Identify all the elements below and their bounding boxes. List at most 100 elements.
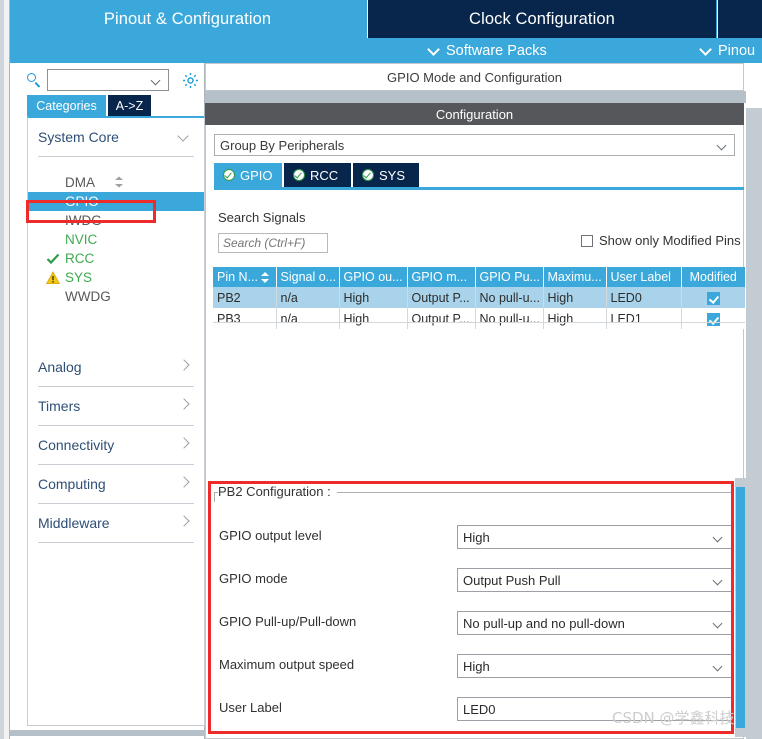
sidebar-group-middleware[interactable]: Middleware — [38, 504, 194, 543]
column-header-signal-label: Signal o... — [280, 270, 337, 284]
gear-icon[interactable] — [181, 71, 200, 90]
modified-checkbox[interactable] — [706, 291, 720, 305]
label-maximum-output-speed: Maximum output speed — [219, 657, 355, 672]
tab-clock-label: Clock Configuration — [469, 9, 615, 28]
right-scrollbar-track[interactable] — [746, 63, 762, 739]
sidebar-group-connectivity[interactable]: Connectivity — [38, 426, 194, 465]
value-gpio-output-level: High — [463, 530, 490, 545]
tab-project-manager[interactable] — [717, 0, 762, 38]
cell-gpio-mode: Output P... — [407, 287, 476, 308]
row-maximum-output-speed: Maximum output speed High — [214, 654, 734, 678]
column-header-maximum-speed[interactable]: Maximu... — [543, 267, 607, 287]
sidebar-group-timers[interactable]: Timers — [38, 387, 194, 426]
column-header-gpio-out-label: GPIO ou... — [343, 270, 403, 284]
sidebar-tab-categories[interactable]: Categories — [27, 95, 106, 116]
config-scrollbar-thumb[interactable] — [736, 487, 745, 728]
chevron-down-icon[interactable] — [152, 77, 161, 86]
chevron-down-icon[interactable] — [714, 663, 723, 672]
sidebar-item-dma[interactable]: DMA — [28, 173, 204, 192]
label-gpio-mode: GPIO mode — [219, 571, 288, 586]
right-scrollbar-spacer — [746, 63, 762, 108]
sidebar-item-nvic[interactable]: NVIC — [28, 230, 204, 249]
show-only-modified-pins-label: Show only Modified Pins — [599, 233, 741, 248]
table-bottom-rule — [213, 322, 745, 323]
show-only-modified-pins-checkbox[interactable] — [581, 234, 593, 247]
sidebar-item-wwdg[interactable]: WWDG — [28, 287, 204, 306]
column-header-pin-name-label: Pin N... — [217, 270, 258, 284]
sidebar-tree: System Core DMA GPIO IWDG NVIC RCC SYS W… — [27, 116, 205, 726]
table-row[interactable]: PB2 n/a High Output P... No pull-u... Hi… — [213, 287, 745, 308]
cell-maximum-speed: High — [543, 287, 607, 308]
column-header-gpio-mode[interactable]: GPIO m... — [407, 267, 476, 287]
show-only-modified-pins-row[interactable]: Show only Modified Pins — [581, 233, 741, 248]
sidebar-item-iwdg[interactable]: IWDG — [28, 211, 204, 230]
search-icon — [27, 73, 41, 88]
sidebar-group-computing[interactable]: Computing — [38, 465, 194, 504]
gpio-mode-header: GPIO Mode and Configuration — [205, 63, 744, 91]
pb2-configuration-group: PB2 Configuration : GPIO output level Hi… — [214, 484, 734, 732]
tab-sys[interactable]: SYS — [353, 163, 419, 187]
sidebar-tab-az[interactable]: A->Z — [108, 95, 151, 116]
dropdown-gpio-output-level[interactable]: High — [457, 525, 732, 549]
cell-gpio-output-level: High — [339, 308, 408, 329]
tab-gpio[interactable]: GPIO — [214, 163, 282, 187]
tab-clock-configuration[interactable]: Clock Configuration — [367, 0, 716, 38]
label-gpio-output-level: GPIO output level — [219, 528, 322, 543]
column-header-modified[interactable]: Modified — [681, 267, 745, 287]
dropdown-gpio-pull-up-pull-down[interactable]: No pull-up and no pull-down — [457, 611, 732, 635]
sidebar-group-system-core[interactable]: System Core — [38, 118, 194, 157]
tab-pinout-and-configuration[interactable]: Pinout & Configuration — [9, 0, 366, 38]
categories-sidebar: Categories A->Z System Core DMA GPIO IWD… — [9, 63, 205, 739]
table-header-row: Pin N... Signal o... GPIO ou... GPIO m..… — [213, 267, 745, 287]
software-packs-label: Software Packs — [446, 42, 547, 59]
sidebar-item-rcc[interactable]: RCC — [28, 249, 204, 268]
gpio-mode-header-label: GPIO Mode and Configuration — [387, 69, 562, 85]
peripheral-tabs-underline — [214, 187, 744, 190]
chevron-right-icon — [179, 478, 190, 489]
tab-gpio-label: GPIO — [240, 167, 273, 183]
column-header-gpio-mode-label: GPIO m... — [411, 270, 468, 284]
menu-software-packs[interactable]: Software Packs — [429, 38, 547, 63]
column-header-maximum-label: Maximu... — [547, 270, 602, 284]
tab-rcc[interactable]: RCC — [284, 163, 351, 187]
value-maximum-output-speed: High — [463, 659, 490, 674]
configuration-header-label: Configuration — [435, 106, 514, 122]
chevron-down-icon — [179, 131, 190, 142]
sidebar-item-gpio-label: GPIO — [65, 194, 99, 209]
sidebar-group-analog[interactable]: Analog — [38, 348, 194, 387]
menu-pinout[interactable]: Pinou — [701, 38, 755, 63]
search-signals-input[interactable] — [218, 233, 328, 253]
search-input[interactable] — [47, 69, 169, 91]
pane-gap — [205, 91, 762, 103]
column-header-user-label[interactable]: User Label — [606, 267, 682, 287]
chevron-down-icon[interactable] — [714, 620, 723, 629]
left-scrollbar[interactable] — [0, 0, 4, 739]
sort-icon[interactable] — [261, 272, 270, 284]
cell-modified[interactable] — [681, 308, 745, 329]
stm32cubemx-window: Pinout & Configuration Clock Configurati… — [0, 0, 762, 739]
chevron-down-icon[interactable] — [718, 142, 727, 151]
cell-gpio-output-level: High — [339, 287, 408, 308]
configuration-header: Configuration — [205, 103, 744, 125]
dropdown-gpio-mode[interactable]: Output Push Pull — [457, 568, 732, 592]
column-header-gpio-pull[interactable]: GPIO Pu... — [475, 267, 544, 287]
dropdown-maximum-output-speed[interactable]: High — [457, 654, 732, 678]
table-row[interactable]: PB3 n/a High Output P... No pull-u... Hi… — [213, 308, 745, 329]
column-header-signal-on-pin[interactable]: Signal o... — [276, 267, 340, 287]
sidebar-item-sys[interactable]: SYS — [28, 268, 204, 287]
column-header-pin-name[interactable]: Pin N... — [213, 267, 277, 287]
group-by-dropdown[interactable]: Group By Peripherals — [214, 134, 735, 156]
tab-sys-label: SYS — [379, 167, 406, 183]
column-header-gpio-output-level[interactable]: GPIO ou... — [339, 267, 408, 287]
sidebar-group-computing-label: Computing — [38, 476, 106, 492]
sidebar-item-gpio[interactable]: GPIO — [28, 192, 204, 211]
chevron-down-icon[interactable] — [714, 534, 723, 543]
chevron-down-icon[interactable] — [714, 577, 723, 586]
cell-gpio-mode: Output P... — [407, 308, 476, 329]
cell-signal: n/a — [276, 308, 340, 329]
cell-user-label: LED0 — [606, 287, 682, 308]
chevron-right-icon — [179, 361, 190, 372]
tab-pinout-label: Pinout & Configuration — [103, 9, 272, 28]
cell-modified[interactable] — [681, 287, 745, 308]
modified-checkbox[interactable] — [706, 312, 720, 326]
